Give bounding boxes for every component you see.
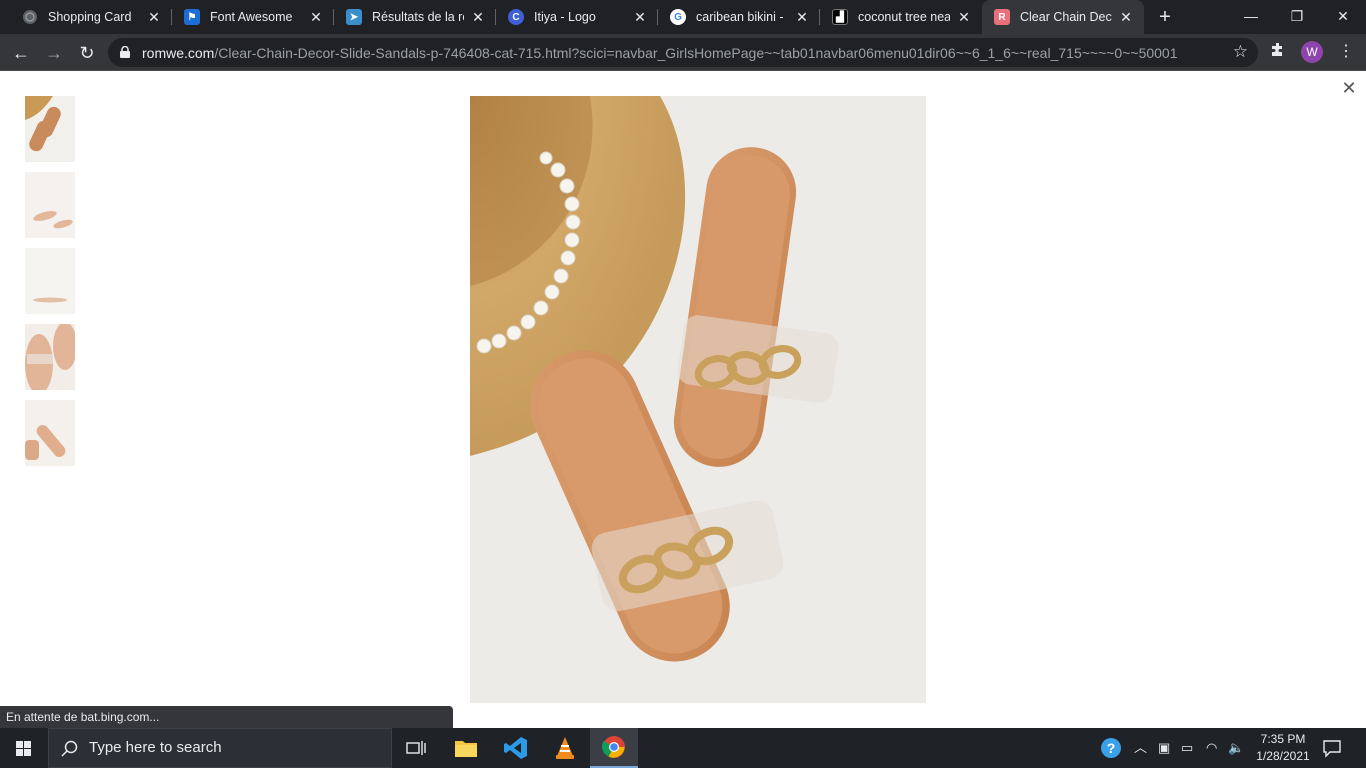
browser-menu-icon[interactable]: ⋮ xyxy=(1338,40,1354,64)
new-tab-button[interactable]: + xyxy=(1155,7,1175,27)
address-bar[interactable]: romwe.com/Clear-Chain-Decor-Slide-Sandal… xyxy=(108,38,1258,67)
flag-icon: ⚑ xyxy=(184,9,200,25)
taskbar-search-box[interactable]: Type here to search xyxy=(48,728,392,768)
start-button[interactable] xyxy=(0,728,48,768)
site-icon: ▟ xyxy=(832,9,848,25)
help-icon[interactable]: ? xyxy=(1100,728,1122,768)
thumbnail-3[interactable] xyxy=(25,248,75,314)
close-tab-icon[interactable]: ✕ xyxy=(308,9,324,25)
status-bubble: En attente de bat.bing.com... xyxy=(0,706,453,728)
clock-date: 1/28/2021 xyxy=(1256,749,1310,763)
close-tab-icon[interactable]: ✕ xyxy=(146,9,162,25)
lock-icon xyxy=(120,46,130,58)
chrome-button[interactable] xyxy=(590,728,638,768)
restore-button[interactable]: ❐ xyxy=(1274,0,1320,34)
tab-title: Itiya - Logo xyxy=(534,10,596,24)
notifications-icon[interactable] xyxy=(1322,738,1342,758)
thumbnail-4[interactable] xyxy=(25,324,75,390)
bookmark-star-icon[interactable]: ☆ xyxy=(1233,42,1248,62)
windows-taskbar: Type here to search ? ︿ ▣ ▭ ◠ 🔈 7:35 PM … xyxy=(0,728,1366,768)
task-view-icon xyxy=(406,741,426,755)
thumbnail-1[interactable] xyxy=(25,96,75,162)
url-text: romwe.com/Clear-Chain-Decor-Slide-Sandal… xyxy=(142,45,1178,61)
close-window-button[interactable]: ✕ xyxy=(1320,0,1366,34)
tab-clear-chain-decor[interactable]: R Clear Chain Decor ✕ xyxy=(982,0,1144,34)
product-main-image xyxy=(470,96,926,703)
extensions-icon[interactable] xyxy=(1270,42,1286,63)
thumbnail-5[interactable] xyxy=(25,400,75,466)
task-view-button[interactable] xyxy=(392,728,440,768)
tab-itiya-logo[interactable]: C Itiya - Logo ✕ xyxy=(496,0,658,34)
file-explorer-button[interactable] xyxy=(442,728,490,768)
product-image-viewer: ✕ xyxy=(0,72,1366,728)
vlc-icon xyxy=(556,737,574,759)
url-host: romwe.com xyxy=(142,45,215,61)
chrome-icon xyxy=(602,736,625,758)
canva-icon: C xyxy=(508,9,524,25)
show-hidden-icons-icon[interactable]: ︿ xyxy=(1134,728,1147,768)
wifi-icon[interactable]: ◠ xyxy=(1206,728,1217,768)
browser-toolbar: ← → ↻ romwe.com/Clear-Chain-Decor-Slide-… xyxy=(0,34,1366,71)
tab-title: Font Awesome xyxy=(210,10,293,24)
tab-coconut-tree[interactable]: ▟ coconut tree near ✕ xyxy=(820,0,982,34)
close-viewer-icon[interactable]: ✕ xyxy=(1341,79,1357,97)
clock-time: 7:35 PM xyxy=(1260,732,1306,746)
svg-text:?: ? xyxy=(1107,740,1116,756)
bing-icon: ➤ xyxy=(346,9,362,25)
back-button[interactable]: ← xyxy=(9,41,33,65)
windows-logo-icon xyxy=(16,741,31,756)
vscode-icon xyxy=(504,737,527,759)
url-path: /Clear-Chain-Decor-Slide-Sandals-p-74640… xyxy=(214,45,1178,61)
globe-icon xyxy=(22,9,38,25)
tab-title: caribean bikini - Re xyxy=(696,10,788,24)
tab-font-awesome[interactable]: ⚑ Font Awesome ✕ xyxy=(172,0,334,34)
meet-now-icon[interactable]: ▣ xyxy=(1158,728,1170,768)
search-icon xyxy=(61,740,78,757)
google-icon: G xyxy=(670,9,686,25)
tab-title: Résultats de la rech xyxy=(372,10,464,24)
tab-caribean-bikini[interactable]: G caribean bikini - Re ✕ xyxy=(658,0,820,34)
close-tab-icon[interactable]: ✕ xyxy=(470,9,486,25)
vscode-button[interactable] xyxy=(492,728,540,768)
volume-icon[interactable]: 🔈 xyxy=(1228,728,1244,768)
tab-title: Clear Chain Decor xyxy=(1020,10,1112,24)
tab-shopping-card[interactable]: Shopping Card ✕ xyxy=(10,0,172,34)
minimize-button[interactable]: — xyxy=(1228,0,1274,34)
vlc-button[interactable] xyxy=(541,728,589,768)
tab-strip: Shopping Card ✕ ⚑ Font Awesome ✕ ➤ Résul… xyxy=(0,0,1366,34)
close-tab-icon[interactable]: ✕ xyxy=(632,9,648,25)
reload-button[interactable]: ↻ xyxy=(75,41,99,65)
search-placeholder: Type here to search xyxy=(89,739,222,756)
close-tab-icon[interactable]: ✕ xyxy=(794,9,810,25)
close-tab-icon[interactable]: ✕ xyxy=(1118,9,1134,25)
tab-bing-results[interactable]: ➤ Résultats de la rech ✕ xyxy=(334,0,496,34)
tab-title: coconut tree near xyxy=(858,10,950,24)
close-tab-icon[interactable]: ✕ xyxy=(956,9,972,25)
thumbnail-2[interactable] xyxy=(25,172,75,238)
battery-icon[interactable]: ▭ xyxy=(1181,728,1193,768)
profile-avatar[interactable]: W xyxy=(1301,41,1323,63)
tab-title: Shopping Card xyxy=(48,10,132,24)
romwe-icon: R xyxy=(994,9,1010,25)
forward-button[interactable]: → xyxy=(42,41,66,65)
folder-icon xyxy=(455,741,477,757)
taskbar-clock[interactable]: 7:35 PM 1/28/2021 xyxy=(1252,731,1314,765)
